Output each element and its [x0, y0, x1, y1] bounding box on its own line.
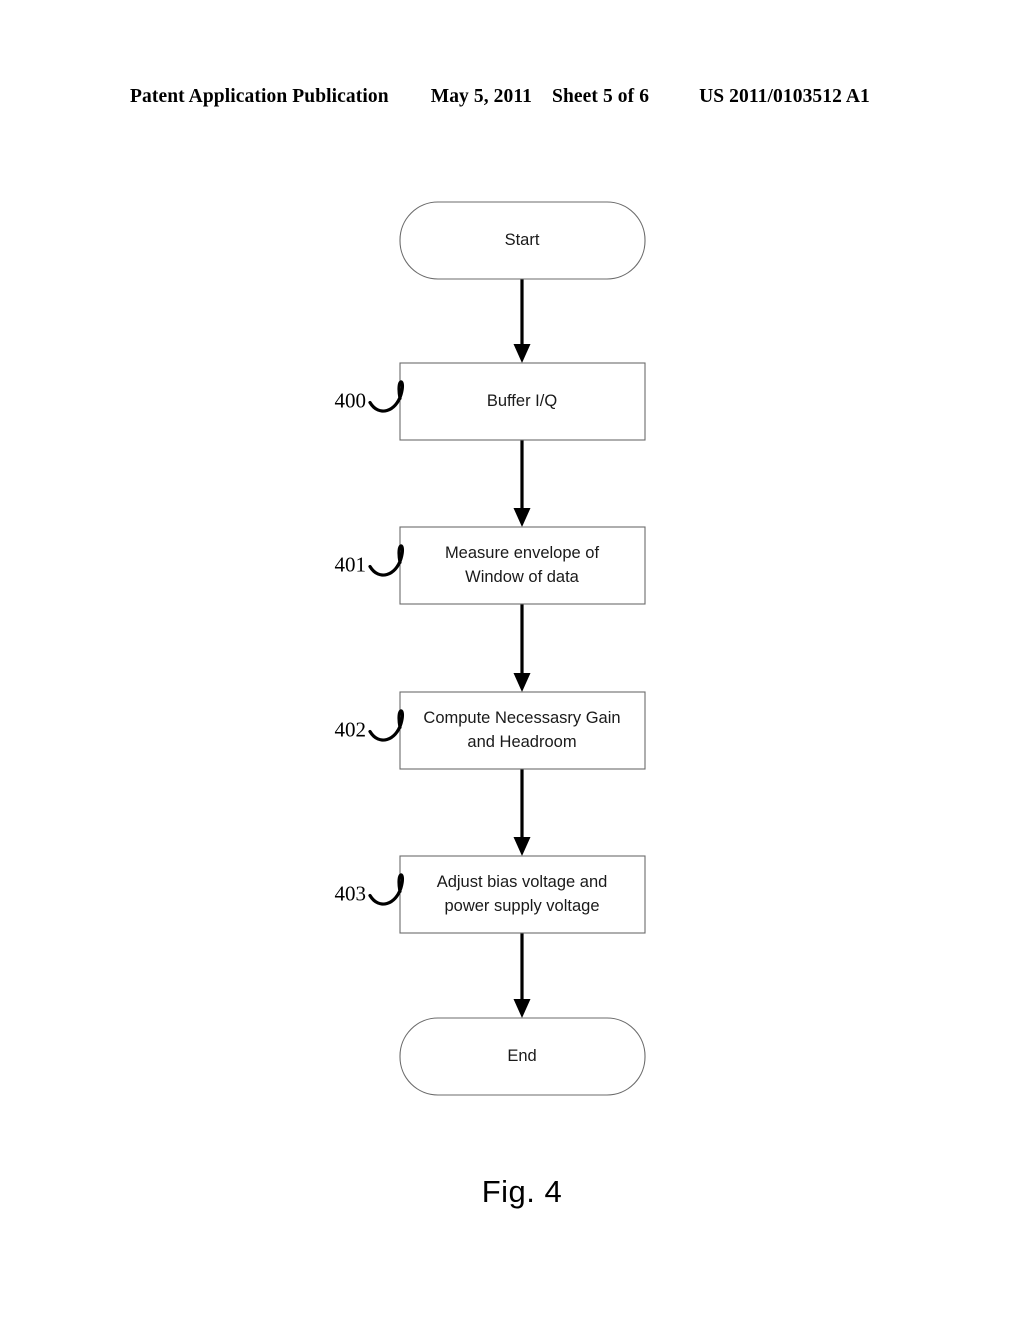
flow-node-label: Compute Necessasry Gain — [423, 709, 620, 727]
flow-node-label: Adjust bias voltage and — [437, 873, 608, 891]
flow-arrow-n400-to-n401 — [513, 440, 531, 527]
flowchart-canvas: Start Buffer I/Q 400 Measure envelope of Win… — [335, 201, 646, 1209]
process-box-shape — [399, 855, 646, 934]
flow-arrow-n402-to-n403 — [513, 769, 531, 856]
flow-arrow-start-to-n400 — [513, 279, 531, 363]
reference-numeral-401: 401 — [335, 544, 404, 577]
flow-node-start: Start — [399, 201, 646, 280]
arrow-head — [513, 999, 531, 1018]
reference-leader-line — [368, 380, 404, 413]
figure-4-flowchart: Start Buffer I/Q 400 Measure envelope of Win… — [0, 0, 1024, 1320]
reference-numeral-label: 402 — [335, 717, 367, 741]
flow-arrow-n401-to-n402 — [513, 604, 531, 692]
flow-arrow-n403-to-end — [513, 933, 531, 1018]
arrow-head — [513, 837, 531, 856]
arrow-head — [513, 673, 531, 692]
flow-node-label: power supply voltage — [444, 897, 599, 915]
reference-numeral-402: 402 — [335, 709, 404, 742]
flow-node-label: and Headroom — [467, 733, 576, 751]
reference-numeral-400: 400 — [335, 380, 404, 413]
process-box-shape — [399, 691, 646, 770]
arrow-head — [513, 344, 531, 363]
flow-node-n403: Adjust bias voltage and power supply volt… — [399, 855, 646, 934]
flow-node-n401: Measure envelope of Window of data — [399, 526, 646, 605]
flow-node-label: Window of data — [465, 568, 580, 586]
reference-leader-line — [368, 873, 404, 906]
flow-node-label: End — [507, 1047, 536, 1065]
figure-caption: Fig. 4 — [482, 1174, 563, 1209]
reference-numeral-label: 403 — [335, 881, 367, 905]
flow-node-label: Start — [505, 231, 540, 249]
reference-leader-line — [368, 544, 404, 577]
reference-numeral-label: 401 — [335, 552, 367, 576]
flow-node-label: Measure envelope of — [445, 544, 600, 562]
flow-node-label: Buffer I/Q — [487, 392, 557, 410]
process-box-shape — [399, 526, 646, 605]
flow-node-n400: Buffer I/Q — [399, 362, 646, 441]
reference-leader-line — [368, 709, 404, 742]
flow-node-n402: Compute Necessasry Gain and Headroom — [399, 691, 646, 770]
reference-numeral-403: 403 — [335, 873, 404, 906]
arrow-head — [513, 508, 531, 527]
reference-numeral-label: 400 — [335, 388, 367, 412]
flow-node-end: End — [399, 1017, 646, 1096]
